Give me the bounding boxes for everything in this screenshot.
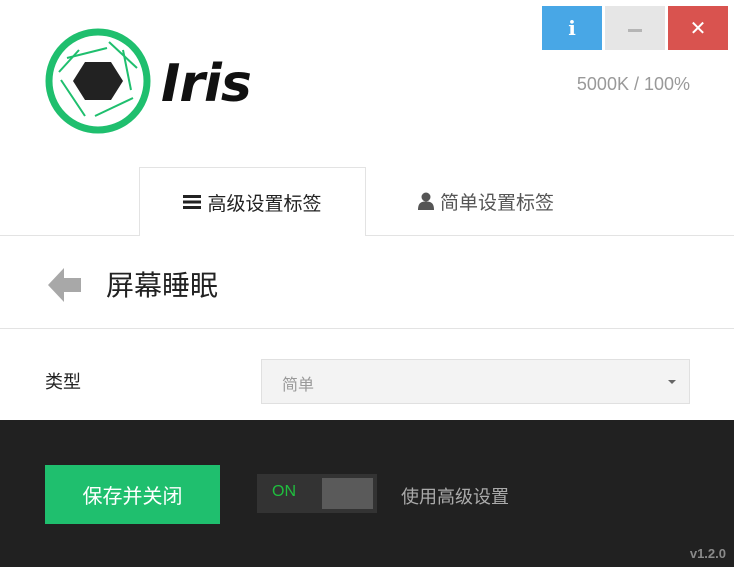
close-button[interactable]: ✕ <box>668 6 728 50</box>
user-icon <box>417 192 434 210</box>
toggle-state-label: ON <box>272 483 296 500</box>
page-title: 屏幕睡眠 <box>106 269 219 302</box>
tab-advanced-label: 高级设置标签 <box>207 192 322 215</box>
close-icon: ✕ <box>689 16 707 40</box>
back-arrow-icon[interactable] <box>45 266 83 304</box>
caret-down-icon <box>668 380 676 384</box>
minimize-button[interactable] <box>605 6 665 50</box>
logo: Iris <box>45 28 252 134</box>
tab-simple-label: 简单设置标签 <box>439 191 554 214</box>
window-controls: i ✕ <box>542 6 728 50</box>
app-window: i ✕ Iris 5000K / 100% 高级设置标签 简单设置标签 屏幕睡眠… <box>0 0 734 567</box>
brand-name: Iris <box>161 54 252 114</box>
menu-lines-icon <box>183 194 202 210</box>
tab-simple[interactable]: 简单设置标签 <box>366 167 606 235</box>
aperture-logo-icon <box>45 28 151 134</box>
section-header: 屏幕睡眠 <box>0 236 734 329</box>
tab-advanced[interactable]: 高级设置标签 <box>139 167 366 236</box>
tab-bar: 高级设置标签 简单设置标签 <box>0 167 734 236</box>
toggle-knob[interactable] <box>322 478 373 509</box>
type-label: 类型 <box>45 372 81 393</box>
use-advanced-settings-label: 使用高级设置 <box>401 487 509 508</box>
footer-bar: 保存并关闭 ON 使用高级设置 v1.2.0 <box>0 420 734 567</box>
save-and-close-button[interactable]: 保存并关闭 <box>45 465 220 524</box>
info-icon: i <box>568 16 576 40</box>
version-label: v1.2.0 <box>689 546 726 561</box>
info-button[interactable]: i <box>542 6 602 50</box>
color-temp-readout: 5000K / 100% <box>576 74 690 94</box>
advanced-settings-toggle[interactable]: ON <box>257 474 377 513</box>
minimize-icon <box>628 28 642 32</box>
type-select[interactable]: 简单 <box>261 359 690 404</box>
type-select-value: 简单 <box>282 375 315 394</box>
